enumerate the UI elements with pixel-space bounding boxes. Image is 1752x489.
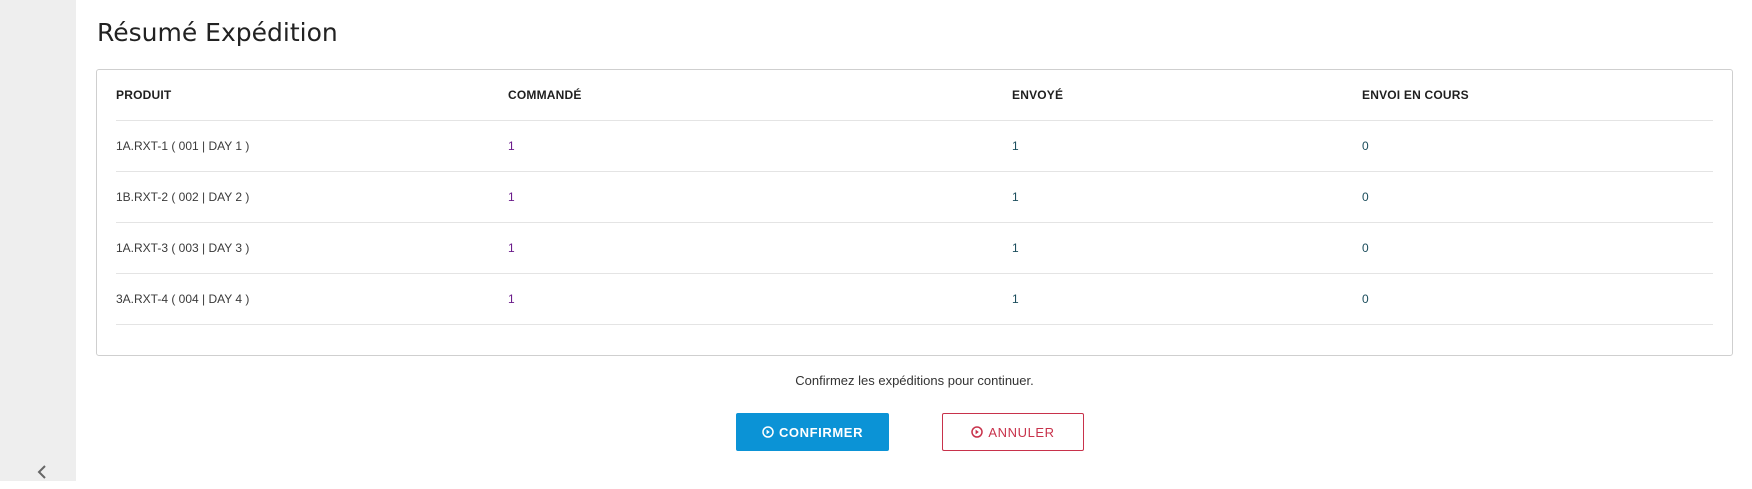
cell-in-progress: 0 xyxy=(1362,292,1369,306)
cell-in-progress: 0 xyxy=(1362,190,1369,204)
cell-product: 3A.RXT-4 ( 004 | DAY 4 ) xyxy=(116,292,250,306)
shipment-summary-table: PRODUIT COMMANDÉ ENVOYÉ ENVOI EN COURS 1… xyxy=(96,69,1733,356)
confirm-button-label: CONFIRMER xyxy=(778,424,864,440)
header-product: PRODUIT xyxy=(116,88,172,102)
chevron-left-icon[interactable] xyxy=(30,460,54,484)
cell-ordered: 1 xyxy=(508,241,515,255)
confirm-hint-text: Confirmez les expéditions pour continuer… xyxy=(795,373,1034,388)
table-row: 1B.RXT-2 ( 002 | DAY 2 ) 1 1 0 xyxy=(116,172,1713,223)
cell-ordered: 1 xyxy=(508,292,515,306)
table-row: 3A.RXT-4 ( 004 | DAY 4 ) 1 1 0 xyxy=(116,274,1713,325)
header-ordered: COMMANDÉ xyxy=(508,88,582,102)
arrow-circle-right-icon xyxy=(971,426,984,438)
table-row: 1A.RXT-1 ( 001 | DAY 1 ) 1 1 0 xyxy=(116,121,1713,172)
cancel-button[interactable]: ANNULER xyxy=(942,413,1084,451)
page-title: Résumé Expédition xyxy=(97,18,338,47)
table-header-row: PRODUIT COMMANDÉ ENVOYÉ ENVOI EN COURS xyxy=(116,70,1713,121)
table-row: 1A.RXT-3 ( 003 | DAY 3 ) 1 1 0 xyxy=(116,223,1713,274)
cell-sent: 1 xyxy=(1012,190,1019,204)
cell-ordered: 1 xyxy=(508,190,515,204)
cell-ordered: 1 xyxy=(508,139,515,153)
arrow-circle-right-icon xyxy=(762,426,774,438)
confirm-button[interactable]: CONFIRMER xyxy=(736,413,889,451)
header-sent: ENVOYÉ xyxy=(1012,88,1064,102)
cell-in-progress: 0 xyxy=(1362,139,1369,153)
cancel-button-label: ANNULER xyxy=(988,424,1055,440)
cell-sent: 1 xyxy=(1012,139,1019,153)
header-in-progress: ENVOI EN COURS xyxy=(1362,88,1469,102)
cell-sent: 1 xyxy=(1012,241,1019,255)
cell-product: 1A.RXT-3 ( 003 | DAY 3 ) xyxy=(116,241,250,255)
cell-sent: 1 xyxy=(1012,292,1019,306)
cell-product: 1A.RXT-1 ( 001 | DAY 1 ) xyxy=(116,139,250,153)
cell-in-progress: 0 xyxy=(1362,241,1369,255)
left-sidebar-rail xyxy=(0,0,76,481)
cell-product: 1B.RXT-2 ( 002 | DAY 2 ) xyxy=(116,190,250,204)
